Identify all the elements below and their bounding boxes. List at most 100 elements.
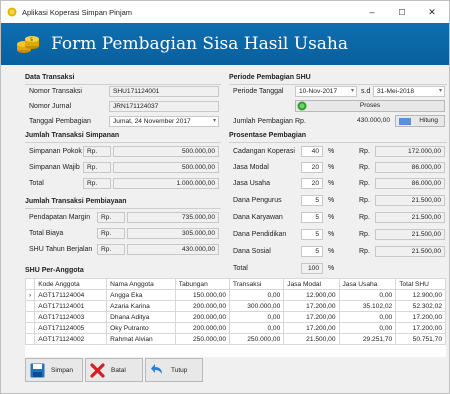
divider [229, 84, 447, 85]
jasa-usaha-pct-field[interactable]: 20 [301, 178, 323, 189]
table-cell: 250.000,00 [229, 333, 285, 345]
nomor-jurnal-field[interactable]: JRN171124037 [109, 101, 219, 112]
prosentase-total-field[interactable]: 100 [301, 263, 323, 274]
column-header[interactable]: Total SHU [395, 278, 446, 290]
column-header[interactable]: Kode Anggota [34, 278, 108, 290]
table-cell: AGT171124004 [34, 289, 108, 301]
table-cell: 200.000,00 [174, 311, 231, 323]
table-row[interactable]: AGT171124003 Dhana Aditya 200.000,00 0,0… [24, 311, 446, 323]
section-title-periode: Periode Pembagian SHU [229, 74, 311, 81]
row-selector-cell [24, 300, 36, 312]
chevron-down-icon: ▾ [438, 88, 442, 94]
minimize-button[interactable]: – [357, 1, 387, 23]
dana-pengurus-pct-field[interactable]: 5 [301, 195, 323, 206]
pendapatan-margin-label: Pendapatan Margin [29, 214, 91, 221]
proses-button[interactable]: Proses [295, 100, 445, 112]
rp-label: Rp. [359, 197, 370, 204]
table-cell: 250.000,00 [174, 333, 231, 345]
batal-button[interactable]: Batal [85, 358, 143, 382]
column-header[interactable]: Tabungan [174, 278, 231, 290]
divider [229, 142, 447, 143]
dana-pendidikan-label: Dana Pendidikan [233, 231, 287, 238]
shu-tahun-berjalan-field[interactable]: 430.000,00 [127, 244, 219, 255]
section-title-prosentase: Prosentase Pembagian [229, 132, 307, 139]
table-cell: 17.200,00 [283, 300, 340, 312]
tanggal-pembagian-label: Tanggal Pembagian [29, 118, 91, 125]
table-cell: Oky Putranto [106, 322, 176, 334]
periode-dari-picker[interactable]: 10-Nov-2017 ▾ [295, 86, 357, 97]
column-header[interactable]: Transaksi [229, 278, 285, 290]
dana-karyawan-value-field[interactable]: 21.500,00 [375, 212, 445, 223]
hitung-button[interactable]: Hitung [395, 115, 445, 127]
cadangan-koperasi-label: Cadangan Koperasi [233, 148, 295, 155]
table-cell: Azaria Karina [106, 300, 176, 312]
total-biaya-field[interactable]: 305.000,00 [127, 228, 219, 239]
table-cell: 52.302,02 [395, 300, 446, 312]
table-row[interactable]: › AGT171124004 Angga Eka 150.000,00 0,00… [24, 289, 446, 301]
table-cell: Dhana Aditya [106, 311, 176, 323]
dana-karyawan-pct-field[interactable]: 5 [301, 212, 323, 223]
column-header[interactable]: Jasa Usaha [338, 278, 397, 290]
svg-text:$: $ [30, 37, 33, 43]
column-header[interactable]: Jasa Modal [283, 278, 340, 290]
dana-pendidikan-pct-field[interactable]: 5 [301, 229, 323, 240]
column-header[interactable]: Nama Anggota [106, 278, 176, 290]
dana-pendidikan-value-field[interactable]: 21.500,00 [375, 229, 445, 240]
dana-pengurus-value-field[interactable]: 21.500,00 [375, 195, 445, 206]
tanggal-pembagian-picker[interactable]: Jumat, 24 November 2017 ▾ [109, 116, 219, 127]
dana-sosial-value-field[interactable]: 21.500,00 [375, 246, 445, 257]
rp-label: Rp. [359, 214, 370, 221]
table-cell: 0,00 [338, 311, 397, 323]
simpanan-pokok-field[interactable]: 500.000,00 [113, 146, 219, 157]
app-icon [7, 7, 17, 17]
nomor-transaksi-field[interactable]: SHU171124001 [109, 86, 219, 97]
simpanan-pokok-currency: Rp. [83, 146, 111, 157]
table-row[interactable]: AGT171124002 Rahmat Alvian 250.000,00 25… [24, 333, 446, 345]
rp-label: Rp. [359, 180, 370, 187]
tutup-button[interactable]: Tutup [145, 358, 203, 382]
shu-tahun-berjalan-currency: Rp. [97, 244, 125, 255]
table-row[interactable]: AGT171124001 Azaria Karina 200.000,00 30… [24, 300, 446, 312]
simpan-label: Simpan [51, 366, 74, 374]
window-title: Aplikasi Koperasi Simpan Pinjam [22, 7, 133, 17]
row-selector-header [24, 278, 36, 290]
table-cell: 50.751,70 [395, 333, 446, 345]
pendapatan-margin-field[interactable]: 735.000,00 [127, 212, 219, 223]
table-cell: AGT171124005 [34, 322, 108, 334]
jasa-modal-value-field[interactable]: 86.000,00 [375, 162, 445, 173]
dana-pengurus-label: Dana Pengurus [233, 197, 282, 204]
table-cell: 29.251,70 [338, 333, 397, 345]
total-biaya-currency: Rp. [97, 228, 125, 239]
maximize-button[interactable]: ☐ [387, 1, 417, 23]
cadangan-koperasi-pct-field[interactable]: 40 [301, 146, 323, 157]
rp-label: Rp. [359, 248, 370, 255]
simpanan-wajib-field[interactable]: 500.000,00 [113, 162, 219, 173]
rp-label: Rp. [359, 164, 370, 171]
jumlah-pembagian-currency: Rp. [295, 118, 306, 125]
rp-label: Rp. [359, 148, 370, 155]
nomor-transaksi-label: Nomor Transaksi [29, 88, 82, 95]
row-selector-cell [24, 322, 36, 334]
prosentase-total-label: Total [233, 265, 248, 272]
cadangan-koperasi-value-field[interactable]: 172.000,00 [375, 146, 445, 157]
table-cell: 35.102,02 [338, 300, 397, 312]
dana-sosial-pct-field[interactable]: 5 [301, 246, 323, 257]
periode-sampai-picker[interactable]: 31-Mei-2018 ▾ [373, 86, 445, 97]
table-cell: 17.200,00 [283, 311, 340, 323]
simpanan-total-field[interactable]: 1.000.000,00 [113, 178, 219, 189]
jumlah-pembagian-label: Jumlah Pembagian [233, 118, 293, 125]
table-row[interactable]: AGT171124005 Oky Putranto 200.000,00 0,0… [24, 322, 446, 334]
coins-icon: $ [17, 36, 39, 53]
simpanan-pokok-label: Simpanan Pokok [29, 148, 82, 155]
percent-sign: % [328, 148, 335, 155]
divider [25, 142, 221, 143]
close-button[interactable]: ✕ [417, 1, 447, 23]
jumlah-pembagian-field[interactable]: 430.000,00 [313, 116, 393, 127]
table-cell: 0,00 [229, 322, 285, 334]
jasa-usaha-label: Jasa Usaha [233, 180, 270, 187]
jasa-modal-pct-field[interactable]: 20 [301, 162, 323, 173]
table-cell: 300.000,00 [229, 300, 285, 312]
percent-sign: % [328, 231, 335, 238]
simpan-button[interactable]: Simpan [25, 358, 83, 382]
jasa-usaha-value-field[interactable]: 86.000,00 [375, 178, 445, 189]
